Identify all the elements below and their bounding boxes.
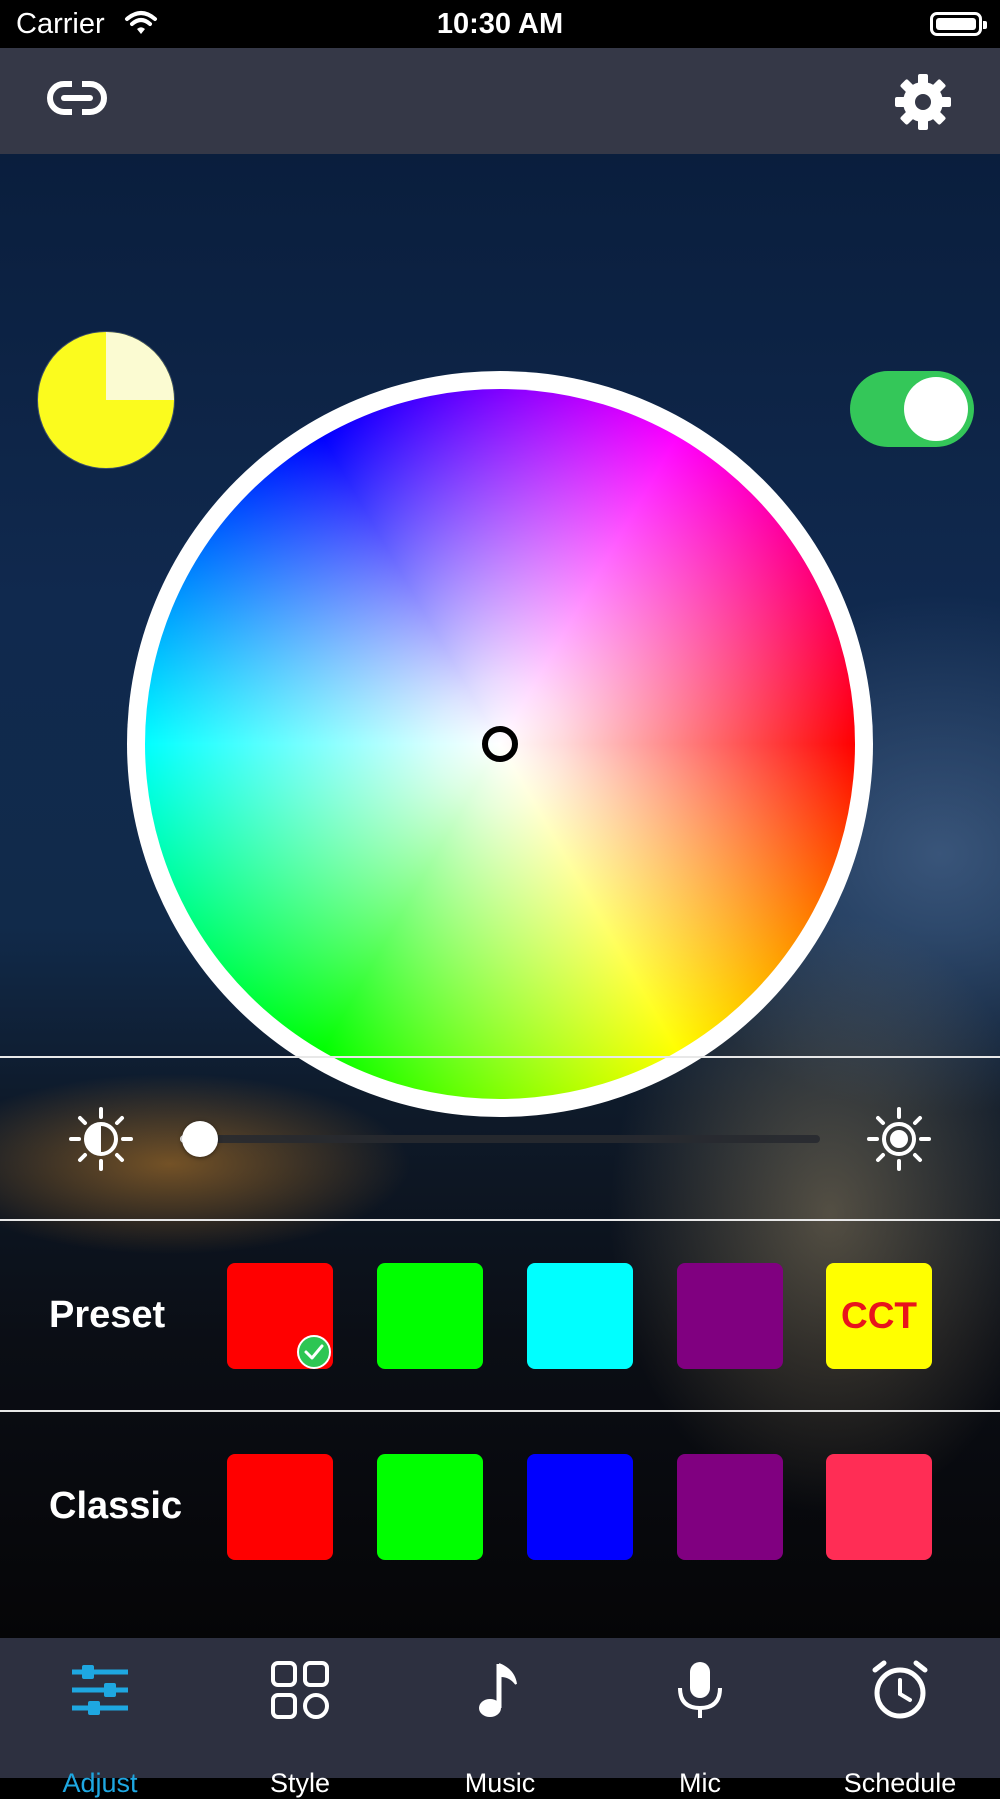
preset-label: Preset: [49, 1294, 166, 1336]
classic-swatch[interactable]: [527, 1454, 633, 1560]
main-panel: Preset CCT Classic: [0, 154, 1000, 1638]
classic-swatch[interactable]: [377, 1454, 483, 1560]
tab-bar: Adjust Style Music Mic Schedule: [0, 1638, 1000, 1798]
divider: [0, 1219, 1000, 1221]
color-picker-handle[interactable]: [482, 726, 518, 762]
tab-label: Schedule: [843, 1768, 957, 1798]
music-note-icon: [479, 1663, 517, 1717]
gear-icon[interactable]: [893, 72, 953, 132]
brightness-high-icon: [867, 1107, 931, 1171]
sliders-icon: [72, 1665, 128, 1715]
tab-label: Music: [464, 1768, 536, 1798]
battery-icon: [930, 12, 987, 36]
preset-swatch[interactable]: [527, 1263, 633, 1369]
preset-swatch[interactable]: [227, 1263, 333, 1369]
classic-swatch[interactable]: [826, 1454, 932, 1560]
tab-label: Adjust: [62, 1768, 138, 1798]
tab-style[interactable]: Style: [200, 1638, 400, 1798]
preset-swatch[interactable]: CCT: [826, 1263, 932, 1369]
divider: [0, 1410, 1000, 1412]
grid-icon: [271, 1661, 329, 1719]
classic-swatch[interactable]: [227, 1454, 333, 1560]
brightness-slider-track[interactable]: [180, 1135, 820, 1143]
link-icon[interactable]: [46, 78, 108, 118]
alarm-clock-icon: [872, 1660, 928, 1719]
nav-bar: [0, 48, 1000, 154]
classic-swatch[interactable]: [677, 1454, 783, 1560]
brightness-slider-thumb[interactable]: [182, 1121, 218, 1157]
preset-swatch[interactable]: [677, 1263, 783, 1369]
preset-swatch[interactable]: [377, 1263, 483, 1369]
power-toggle[interactable]: [850, 371, 974, 447]
tab-music[interactable]: Music: [400, 1638, 600, 1798]
clock: 10:30 AM: [436, 8, 564, 40]
divider: [0, 1056, 1000, 1058]
tab-schedule[interactable]: Schedule: [800, 1638, 1000, 1798]
cct-label: CCT: [840, 1295, 918, 1336]
status-bar: Carrier 10:30 AM: [0, 0, 1000, 48]
tab-adjust[interactable]: Adjust: [0, 1638, 200, 1798]
tab-mic[interactable]: Mic: [600, 1638, 800, 1798]
checkmark-icon: [297, 1335, 331, 1369]
tab-label: Style: [269, 1768, 331, 1798]
color-preview[interactable]: [38, 332, 174, 468]
classic-label: Classic: [49, 1485, 183, 1527]
tab-label: Mic: [679, 1768, 721, 1798]
microphone-icon: [678, 1662, 722, 1718]
brightness-low-icon: [69, 1107, 133, 1171]
